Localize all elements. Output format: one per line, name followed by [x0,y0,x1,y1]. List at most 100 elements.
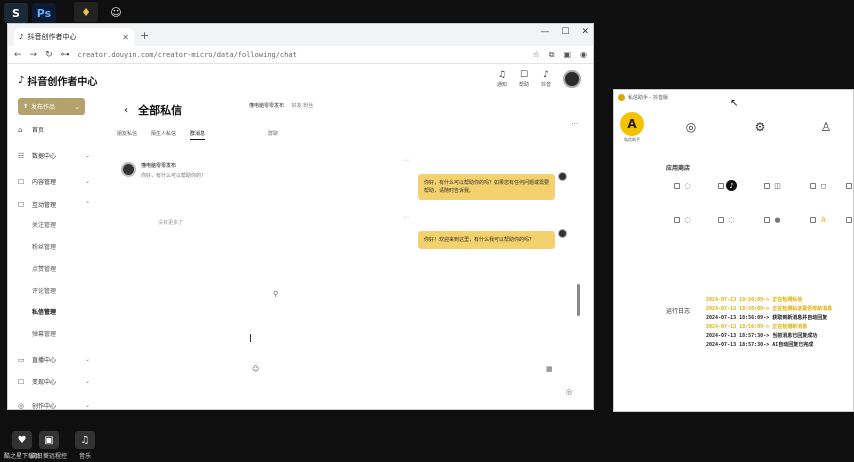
image-icon[interactable]: ▦ [546,365,553,373]
notification-button[interactable]: ♫ 通知 [497,70,507,88]
app-toggle[interactable]: ◻ [810,180,829,191]
split-icon[interactable]: ▣ [563,50,571,60]
sidebar-item-messages[interactable]: 私信管理 [32,307,104,316]
sidebar-item-fans[interactable]: 粉丝管理 [32,242,104,251]
app-toggle[interactable]: A [810,214,829,225]
site-info-icon[interactable]: ⊶ [61,50,70,60]
interaction-icon: ☐ [18,200,25,209]
browser-tab[interactable]: ♪ 抖音创作者中心 ✕ [14,28,134,46]
app-checkbox[interactable] [810,182,816,189]
star-icon[interactable]: ☆ [533,50,540,60]
bell-icon: ♫ [497,70,506,80]
log-line: 2024-07-13 18:56:09-> 正在检测新消息 [706,324,808,330]
app-toggle[interactable]: ♪ [718,180,737,191]
maximize-icon[interactable]: ☐ [561,27,569,37]
app-checkbox[interactable] [764,216,770,223]
assistant-window: 私信助手 - 抖音版 A 私信助手 ◎ ⚙ ♙ 应用商店 ◌ ♪ ◫ ◻ ▣ ◌… [613,89,854,412]
forward-icon[interactable]: → [30,50,38,60]
publish-button[interactable]: ⬆ 发布作品 ⌄ [18,98,85,115]
chat-scrollbar[interactable] [577,284,580,316]
app-checkbox[interactable] [764,182,770,189]
app-toggle[interactable]: ▣ [846,180,853,191]
nav-settings[interactable]: ⚙ [753,120,767,134]
nav-user[interactable]: ♙ [819,120,833,134]
url-field[interactable]: creator.douyin.com/creator-micro/data/fo… [78,51,525,59]
app-checkbox[interactable] [718,182,724,189]
sidebar-item-comments[interactable]: 评论管理 [32,286,104,295]
app-toggle[interactable]: ◫ [764,180,783,191]
message-tabs: 朋友私信 陌生人私信 群消息 [117,130,206,140]
app4-icon[interactable]: ☺ [104,2,128,22]
tiktok-logo-icon: ♪ [18,74,25,86]
sidebar-item-live[interactable]: ▭ 直播中心 ⌄ [18,355,90,365]
back-chevron-icon[interactable]: ‹ [124,105,128,116]
minimize-icon[interactable]: — [540,27,549,37]
app-toggle[interactable]: ◌ [674,180,693,191]
app-checkbox[interactable] [846,182,852,189]
emoji-icon[interactable]: ☺ [252,365,259,373]
new-tab-icon[interactable]: + [140,29,149,42]
app-toggle[interactable]: ◌ [674,214,693,225]
close-icon[interactable]: ✕ [581,27,589,37]
record-icon: ◎ [685,120,697,134]
profile-icon[interactable]: ◉ [580,50,587,60]
app-checkbox[interactable] [718,216,724,223]
app-toggle[interactable]: ◌ [718,214,737,225]
nav-label: 互动管理 [32,202,57,209]
app3-glyph: ♦ [81,5,91,19]
nav-assistant[interactable]: A 私信助手 [620,112,644,143]
chat-header: 懂电脑零零发布 好友 粉丝 [249,102,313,109]
sidebar-item-interaction[interactable]: ☐ 互动管理 ⌃ [18,200,90,210]
more-icon[interactable]: ··· [571,120,578,128]
app-checkbox[interactable] [810,216,816,223]
publish-label: 发布作品 [31,104,56,111]
app3-icon[interactable]: ♦ [74,2,98,22]
sidebar-item-home[interactable]: ⌂ 首页 [18,125,90,135]
extensions-icon[interactable]: ⧉ [549,50,555,60]
back-icon[interactable]: ← [14,50,22,60]
steam-icon[interactable]: S [4,3,28,23]
sidebar-item-danmaku[interactable]: 弹幕管理 [32,329,104,338]
taskbar-item-music[interactable]: ♫ 音乐 [60,431,110,460]
no-more-label: 没有更多了 [158,220,184,226]
bubble-app-icon: ◌ [728,215,735,224]
conversation-preview: 你好，有什么可以帮助你的？ [141,173,207,179]
sidebar-item-monetize[interactable]: ☐ 变现中心 ⌄ [18,377,90,387]
app-toggle[interactable]: ◌ [846,214,853,225]
nav-label: 私信管理 [32,309,57,316]
creator-logo[interactable]: ♪ 抖音创作者中心 [18,73,97,88]
douyin-button[interactable]: ♪ 抖音 [541,70,551,88]
message-avatar [558,172,567,181]
message-meta: ⋯ [403,157,409,164]
message-input[interactable] [250,334,251,342]
app-checkbox[interactable] [674,216,680,223]
emoji-pin-icon[interactable]: ⚲ [273,290,278,298]
reload-icon[interactable]: ↻ [45,50,53,60]
sidebar-item-likes[interactable]: 点赞管理 [32,264,104,273]
tab-close-icon[interactable]: ✕ [122,33,129,42]
content-icon: ☐ [18,177,25,186]
tab-groups[interactable]: 群消息 [190,130,206,140]
nav-assistant-label: 私信助手 [624,137,640,142]
sidebar-item-content[interactable]: ☐ 内容管理 ⌄ [18,177,90,187]
assistant-nav: A 私信助手 ◎ ⚙ ♙ [614,112,853,148]
photoshop-icon[interactable]: Ps [32,3,56,23]
avatar[interactable] [563,70,581,88]
sidebar-item-create[interactable]: ◎ 创作中心 ⌄ [18,401,90,410]
sidebar-item-data[interactable]: ☷ 数据中心 ⌄ [18,151,90,161]
help-circle-icon[interactable]: ◎ [566,388,572,396]
msg-app-icon: ◫ [774,181,781,190]
tab-friends[interactable]: 朋友私信 [117,130,137,140]
conversation-item[interactable]: 懂电脑零零发布 你好，有什么可以帮助你的？ [121,162,241,179]
app-checkbox[interactable] [846,216,852,223]
log-line: 2024-07-13 18:57:30-> 当前消息已回复成功 [706,333,818,339]
sidebar-item-follow[interactable]: 关注管理 [32,220,104,229]
help-button[interactable]: ☐ 帮助 [519,70,529,88]
address-bar: ← → ↻ ⊶ creator.douyin.com/creator-micro… [8,46,593,64]
remote-icon: ▣ [39,431,59,449]
app-toggle[interactable]: ● [764,214,783,225]
tab-strangers[interactable]: 陌生人私信 [151,130,176,140]
log-line: 2024-07-13 18:56:09-> 正在检测私信 [706,297,803,303]
app-checkbox[interactable] [674,182,680,189]
nav-monitor[interactable]: ◎ [684,120,698,134]
